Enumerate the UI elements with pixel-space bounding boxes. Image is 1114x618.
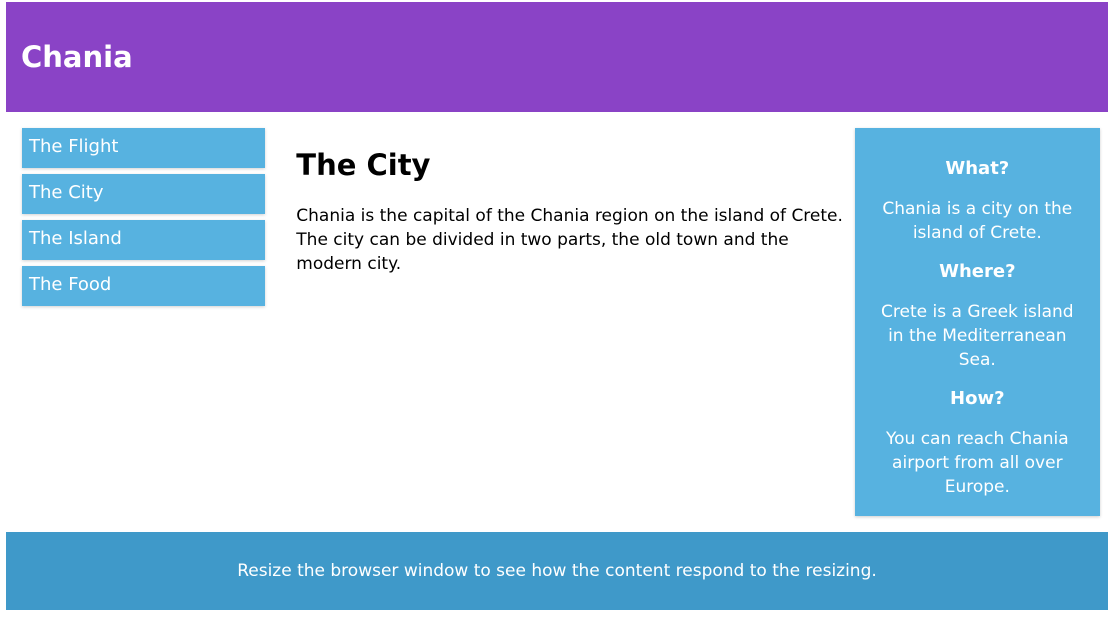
header: Chania bbox=[6, 2, 1108, 112]
aside-heading-how: How? bbox=[950, 388, 1005, 409]
footer-text: Resize the browser window to see how the… bbox=[237, 561, 877, 581]
page: Chania The Flight The City The Island Th… bbox=[0, 0, 1114, 618]
info-aside: What? Chania is a city on the island of … bbox=[854, 128, 1100, 516]
footer: Resize the browser window to see how the… bbox=[6, 532, 1108, 610]
main-content: The City Chania is the capital of the Ch… bbox=[296, 128, 854, 516]
aside-heading-what: What? bbox=[945, 158, 1010, 179]
main-heading: The City bbox=[296, 148, 431, 182]
menu-item-the-city[interactable]: The City bbox=[22, 174, 266, 214]
aside-text-what: Chania is a city on the island of Crete. bbox=[882, 199, 1073, 243]
content-row: The Flight The City The Island The Food … bbox=[6, 128, 1108, 516]
menu-item-the-island[interactable]: The Island bbox=[22, 220, 266, 260]
side-menu: The Flight The City The Island The Food bbox=[22, 128, 266, 500]
aside-text-where: Crete is a Greek island in the Mediterra… bbox=[881, 302, 1074, 370]
menu-item-the-food[interactable]: The Food bbox=[22, 266, 266, 306]
menu-item-the-flight[interactable]: The Flight bbox=[22, 128, 266, 168]
aside-heading-where: Where? bbox=[939, 261, 1016, 282]
site-title: Chania bbox=[21, 40, 133, 74]
aside-text-how: You can reach Chania airport from all ov… bbox=[885, 429, 1069, 497]
main-paragraph: Chania is the capital of the Chania regi… bbox=[296, 206, 843, 274]
